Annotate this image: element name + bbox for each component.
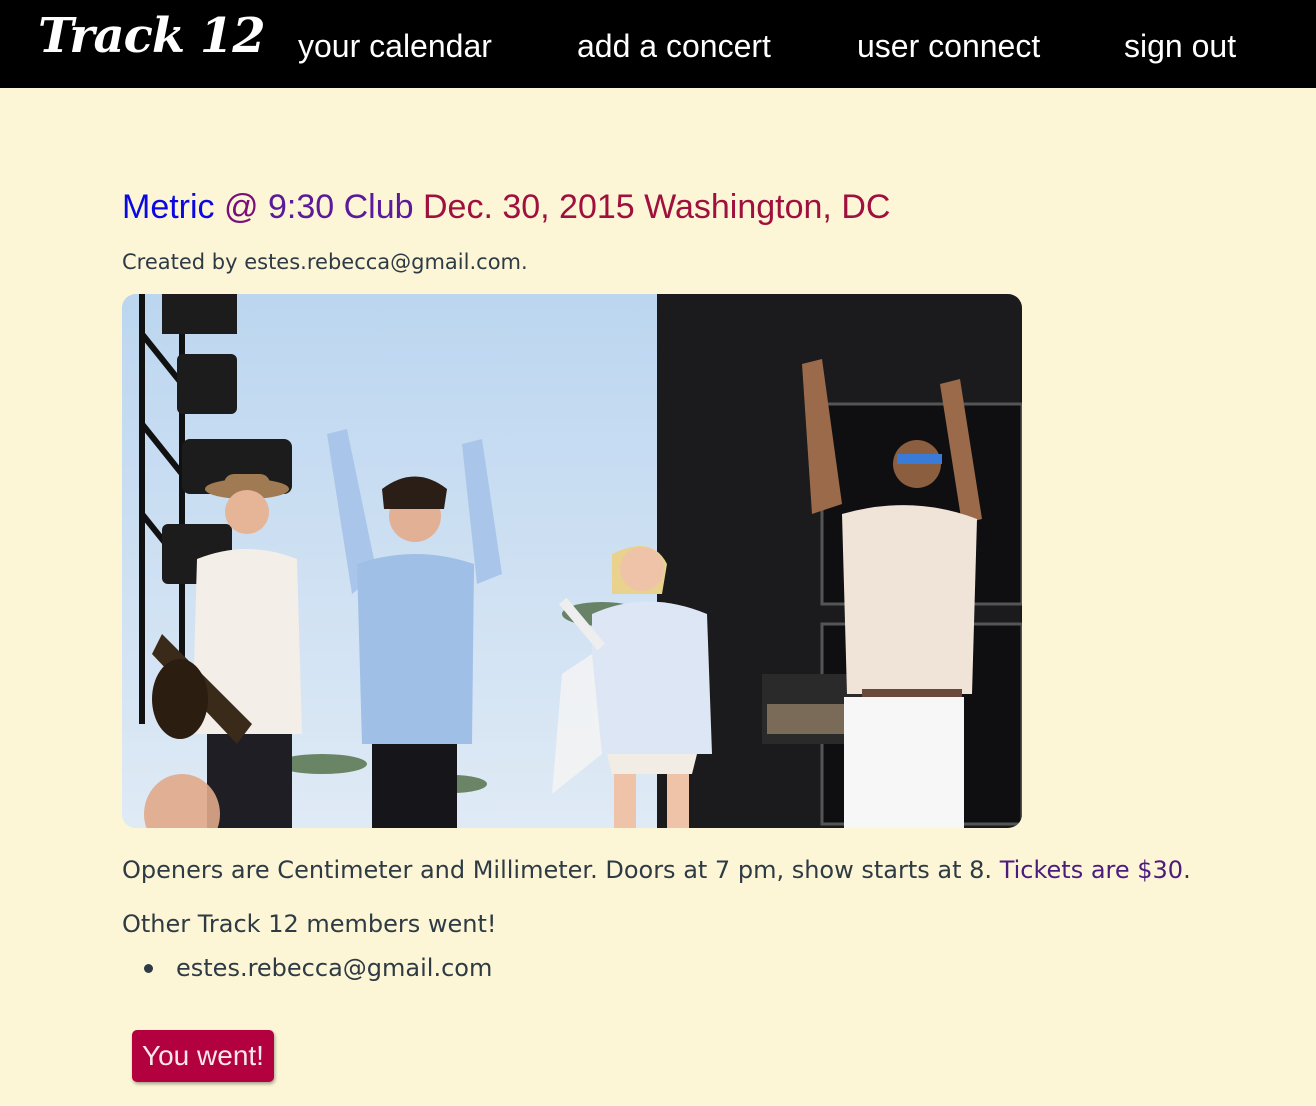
list-item: estes.rebecca@gmail.com	[122, 948, 492, 988]
tickets-link[interactable]: Tickets are $30	[1000, 856, 1183, 884]
members-heading: Other Track 12 members went!	[122, 910, 497, 938]
members-list: estes.rebecca@gmail.com	[122, 948, 492, 988]
concert-location: Washington, DC	[644, 188, 891, 226]
concert-date: Dec. 30, 2015	[422, 188, 635, 226]
nav-your-calendar[interactable]: your calendar	[298, 28, 492, 65]
member-email: estes.rebecca@gmail.com	[176, 954, 493, 982]
at-symbol: @	[224, 188, 259, 226]
nav-add-concert[interactable]: add a concert	[577, 28, 771, 65]
you-went-button[interactable]: You went!	[132, 1030, 274, 1082]
nav-user-connect[interactable]: user connect	[857, 28, 1040, 65]
concert-photo	[122, 294, 1022, 828]
created-by: Created by estes.rebecca@gmail.com.	[122, 250, 528, 274]
description-period: .	[1183, 856, 1191, 884]
top-navbar: Track 12 your calendar add a concert use…	[0, 0, 1316, 88]
nav-sign-out[interactable]: sign out	[1124, 28, 1236, 65]
bullet-icon	[144, 964, 153, 973]
description-text: Openers are Centimeter and Millimeter. D…	[122, 856, 993, 884]
venue-link[interactable]: 9:30 Club	[268, 188, 414, 226]
brand-logo[interactable]: Track 12	[38, 8, 266, 64]
concert-headline: Metric @ 9:30 Club Dec. 30, 2015 Washing…	[122, 188, 890, 227]
artist-link[interactable]: Metric	[122, 188, 215, 226]
concert-description: Openers are Centimeter and Millimeter. D…	[122, 856, 1191, 884]
